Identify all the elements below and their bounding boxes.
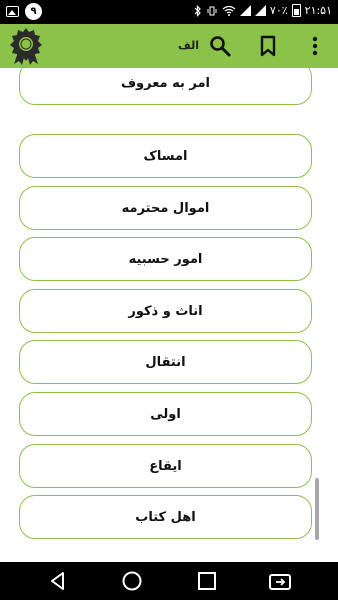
screen-cast-icon[interactable]	[268, 569, 292, 593]
scrollbar[interactable]	[315, 478, 319, 540]
clock: ۲۱:۵۱	[304, 4, 332, 17]
list-item[interactable]: اولی	[19, 392, 312, 436]
vibrate-icon	[207, 6, 217, 15]
list-item-label: اناث و ذکور	[128, 303, 203, 319]
list-item[interactable]: امساک	[19, 134, 312, 178]
bookmark-icon[interactable]	[256, 34, 280, 58]
home-icon[interactable]	[120, 569, 144, 593]
notification-badge: ۹	[25, 3, 42, 20]
list-item-label: ایقاع	[149, 458, 182, 474]
list-item[interactable]: امر به معروف	[19, 68, 312, 105]
battery-percent: ۷۰٪	[269, 4, 288, 17]
signal-icon	[239, 5, 251, 16]
system-nav-bar	[0, 562, 338, 600]
image-notification-icon	[6, 6, 19, 17]
alef-label[interactable]: الف	[178, 39, 199, 52]
search-icon[interactable]	[208, 34, 232, 58]
app-bar: الف	[0, 24, 338, 68]
list-item-label: اولی	[150, 406, 181, 422]
list-item[interactable]: امور حسبیه	[19, 237, 312, 281]
list-item-label: اهل کتاب	[135, 509, 196, 525]
wifi-icon	[222, 5, 236, 16]
battery-icon	[291, 4, 301, 17]
list-item[interactable]: اموال محترمه	[19, 186, 312, 230]
award-badge-icon[interactable]	[6, 26, 46, 66]
list-item[interactable]: انتقال	[19, 340, 312, 384]
list-item-label: انتقال	[145, 354, 186, 370]
list-item-label: امساک	[143, 148, 188, 164]
topic-list: امر به معروف امساک اموال محترمه امور حسب…	[0, 68, 338, 562]
list-item-label: اموال محترمه	[121, 200, 210, 216]
back-icon[interactable]	[46, 569, 70, 593]
recents-icon[interactable]	[195, 569, 219, 593]
more-vert-icon[interactable]	[303, 34, 327, 58]
list-item-label: امر به معروف	[120, 75, 211, 91]
list-item[interactable]: اهل کتاب	[19, 495, 312, 539]
signal-icon-2	[254, 5, 266, 16]
list-item[interactable]: ایقاع	[19, 444, 312, 488]
status-bar: ۹ ۷۰٪ ۲۱:۵۱	[0, 0, 338, 24]
list-item[interactable]: اناث و ذکور	[19, 289, 312, 333]
list-item-label: امور حسبیه	[128, 251, 203, 267]
bluetooth-icon	[194, 4, 201, 17]
